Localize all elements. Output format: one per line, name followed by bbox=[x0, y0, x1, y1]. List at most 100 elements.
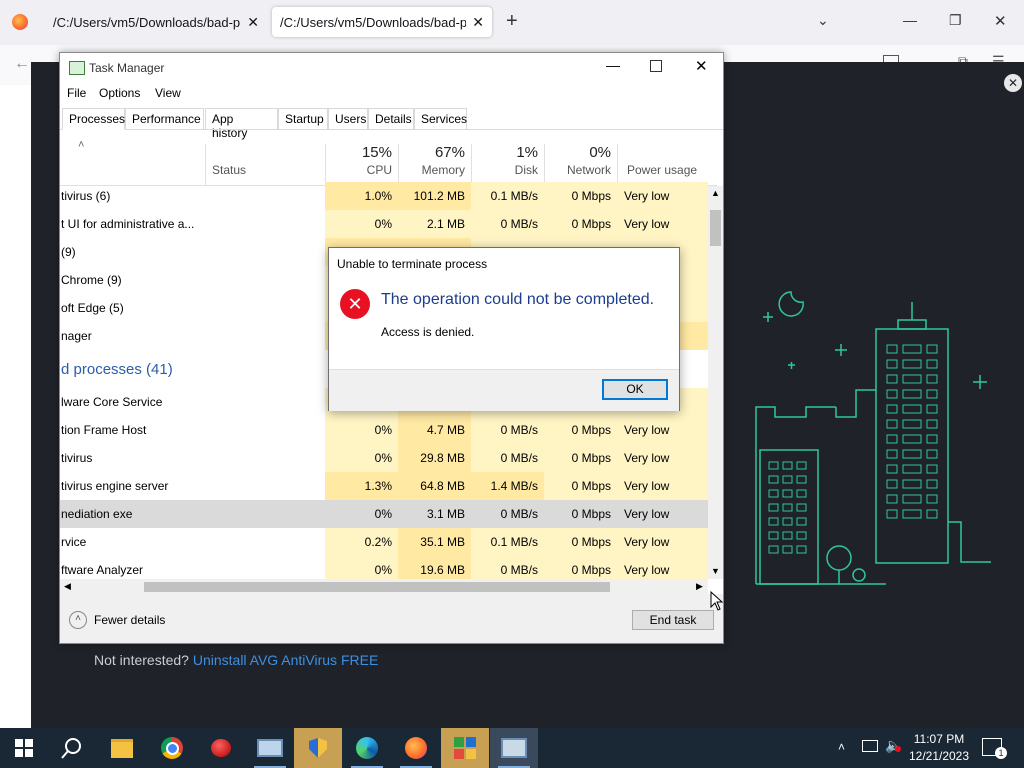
memory-value: 64.8 MB bbox=[398, 472, 471, 500]
edge-button[interactable] bbox=[343, 728, 391, 768]
column-status[interactable]: Status bbox=[205, 144, 325, 186]
app-shield-button[interactable] bbox=[294, 728, 342, 768]
column-memory[interactable]: 67% Memory bbox=[398, 144, 471, 186]
network-value: 0 Mbps bbox=[544, 444, 617, 472]
process-name: lware Core Service bbox=[61, 395, 163, 409]
column-percent: 67% bbox=[434, 144, 465, 161]
scroll-thumb[interactable] bbox=[710, 210, 721, 246]
minimize-icon[interactable]: — bbox=[606, 57, 620, 73]
close-icon[interactable]: ✕ bbox=[695, 57, 708, 75]
firefox-button[interactable] bbox=[392, 728, 440, 768]
end-task-button[interactable]: End task bbox=[632, 610, 714, 630]
app-red-button[interactable] bbox=[197, 728, 245, 768]
table-row[interactable]: ftware Analyzer 0% 19.6 MB 0 MB/s 0 Mbps… bbox=[60, 556, 708, 579]
disk-value: 0 MB/s bbox=[471, 416, 544, 444]
clock-time[interactable]: 11:07 PM bbox=[908, 732, 970, 746]
speaker-muted-icon[interactable]: 🔈 bbox=[885, 737, 902, 754]
browser-tab-1[interactable]: /C:/Users/vm5/Downloads/bad-pig ✕ bbox=[45, 7, 267, 37]
column-power[interactable]: Power usage bbox=[617, 144, 717, 186]
chevron-right-icon[interactable]: ▶ bbox=[696, 581, 703, 592]
table-row[interactable]: tivirus (6) 1.0% 101.2 MB 0.1 MB/s 0 Mbp… bbox=[60, 182, 708, 210]
network-icon[interactable] bbox=[862, 740, 878, 752]
task-manager-button[interactable] bbox=[490, 728, 538, 768]
edge-icon bbox=[356, 737, 378, 759]
app-red-icon bbox=[211, 739, 231, 757]
column-label: Disk bbox=[514, 163, 538, 177]
chevron-left-icon[interactable]: ◀ bbox=[64, 581, 71, 592]
chrome-button[interactable] bbox=[148, 728, 196, 768]
close-icon[interactable]: ✕ bbox=[1004, 74, 1022, 92]
search-button[interactable] bbox=[48, 728, 96, 768]
start-button[interactable] bbox=[0, 728, 48, 768]
table-row[interactable]: t UI for administrative a... 0% 2.1 MB 0… bbox=[60, 210, 708, 238]
tab-details[interactable]: Details bbox=[368, 108, 414, 130]
column-label: Status bbox=[212, 163, 247, 177]
chevron-up-icon[interactable]: ▲ bbox=[711, 188, 720, 198]
clock-date[interactable]: 12/21/2023 bbox=[908, 749, 970, 763]
chevron-up-icon[interactable]: ˄ bbox=[838, 740, 845, 754]
dialog-message: Access is denied. bbox=[381, 325, 475, 339]
tab-users[interactable]: Users bbox=[328, 108, 368, 130]
network-value: 0 Mbps bbox=[544, 500, 617, 528]
tab-title: /C:/Users/vm5/Downloads/bad-pig bbox=[53, 14, 242, 30]
menu-options[interactable]: Options bbox=[99, 86, 140, 100]
menu-view[interactable]: View bbox=[155, 86, 181, 100]
table-row-selected[interactable]: nediation exe 0% 3.1 MB 0 MB/s 0 Mbps Ve… bbox=[60, 500, 708, 528]
firefox-icon[interactable] bbox=[12, 14, 28, 30]
table-row[interactable]: rvice 0.2% 35.1 MB 0.1 MB/s 0 Mbps Very … bbox=[60, 528, 708, 556]
cpu-value: 0% bbox=[325, 444, 398, 472]
network-value: 0 Mbps bbox=[544, 210, 617, 238]
column-disk[interactable]: 1% Disk bbox=[471, 144, 544, 186]
close-icon[interactable]: ✕ bbox=[247, 14, 259, 31]
close-icon[interactable]: ✕ bbox=[994, 12, 1007, 30]
column-network[interactable]: 0% Network bbox=[544, 144, 617, 186]
maximize-icon[interactable]: ❐ bbox=[949, 12, 962, 29]
tab-services[interactable]: Services bbox=[414, 108, 467, 130]
tab-processes[interactable]: Processes bbox=[62, 108, 125, 130]
horizontal-scrollbar[interactable]: ◀ ▶ bbox=[60, 579, 708, 594]
maximize-icon[interactable] bbox=[650, 60, 662, 72]
tab-performance[interactable]: Performance bbox=[125, 108, 204, 130]
tab-divider bbox=[60, 129, 723, 130]
menu-file[interactable]: File bbox=[67, 86, 86, 100]
chevron-down-icon[interactable]: ▼ bbox=[711, 566, 720, 576]
chevron-down-icon[interactable]: ⌄ bbox=[817, 12, 829, 29]
network-value: 0 Mbps bbox=[544, 416, 617, 444]
disk-value: 0 MB/s bbox=[471, 210, 544, 238]
power-value: Very low bbox=[617, 444, 708, 472]
vertical-scrollbar[interactable]: ▲ ▼ bbox=[708, 186, 723, 579]
minimize-icon[interactable]: — bbox=[903, 12, 917, 28]
browser-tab-2[interactable]: /C:/Users/vm5/Downloads/bad-pig ✕ bbox=[272, 7, 492, 37]
browser-sidebar-strip bbox=[0, 85, 31, 728]
title-bar[interactable]: Task Manager — ✕ bbox=[60, 53, 723, 83]
process-name: rvice bbox=[61, 535, 87, 549]
process-name: nager bbox=[61, 329, 92, 343]
group-title: d processes (41) bbox=[61, 361, 173, 378]
uninstall-link[interactable]: Uninstall AVG AntiVirus FREE bbox=[193, 652, 378, 668]
disk-value: 0 MB/s bbox=[471, 444, 544, 472]
promo-text: Not interested? bbox=[94, 652, 189, 668]
mute-badge-icon bbox=[895, 746, 901, 752]
close-icon[interactable]: ✕ bbox=[472, 14, 484, 31]
computer-icon bbox=[257, 739, 283, 757]
new-tab-button[interactable]: + bbox=[506, 10, 518, 33]
table-row[interactable]: tivirus engine server 1.3% 64.8 MB 1.4 M… bbox=[60, 472, 708, 500]
tab-app-history[interactable]: App history bbox=[205, 108, 278, 140]
fewer-details-link[interactable]: Fewer details bbox=[94, 613, 165, 627]
app-computer-button[interactable] bbox=[246, 728, 294, 768]
scroll-thumb[interactable] bbox=[144, 582, 610, 592]
task-manager-icon bbox=[501, 738, 527, 758]
back-arrow-icon[interactable]: ← bbox=[14, 55, 30, 73]
table-row[interactable]: tivirus 0% 29.8 MB 0 MB/s 0 Mbps Very lo… bbox=[60, 444, 708, 472]
cpu-value: 0.2% bbox=[325, 528, 398, 556]
file-explorer-button[interactable] bbox=[98, 728, 146, 768]
ok-button[interactable]: OK bbox=[602, 379, 668, 400]
process-name: ftware Analyzer bbox=[61, 563, 144, 577]
chrome-icon bbox=[161, 737, 183, 759]
table-row[interactable]: tion Frame Host 0% 4.7 MB 0 MB/s 0 Mbps … bbox=[60, 416, 708, 444]
tab-startup[interactable]: Startup bbox=[278, 108, 328, 130]
column-cpu[interactable]: 15% CPU bbox=[325, 144, 398, 186]
sort-chevron-up-icon[interactable]: ˄ bbox=[78, 139, 84, 151]
app-blocks-button[interactable] bbox=[441, 728, 489, 768]
chevron-up-circle-icon[interactable]: ˄ bbox=[69, 611, 87, 629]
